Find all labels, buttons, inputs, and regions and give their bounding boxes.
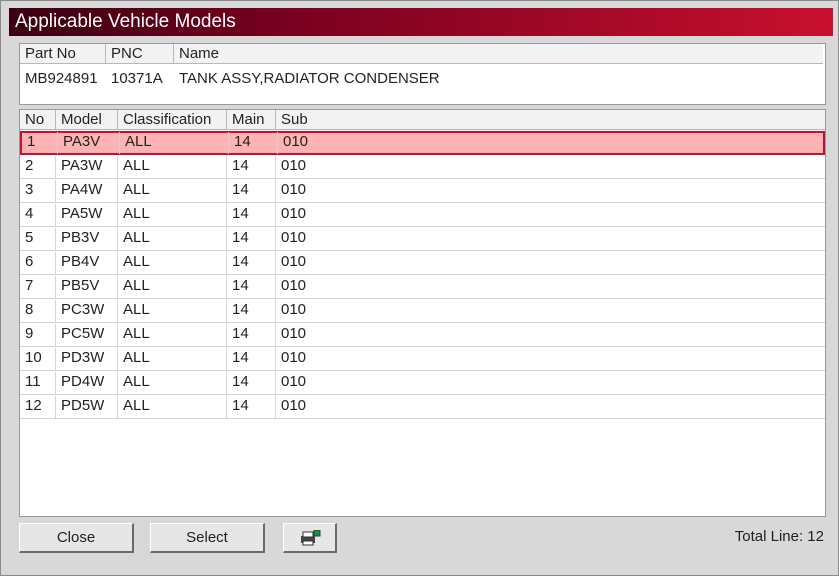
table-row[interactable]: 10 PD3W ALL 14 010 <box>20 347 825 371</box>
cell-classification: ALL <box>118 228 227 250</box>
cell-classification: ALL <box>118 324 227 346</box>
applicable-models-dialog: Applicable Vehicle Models Part No PNC Na… <box>0 0 839 576</box>
cell-main: 14 <box>227 180 276 202</box>
pnc-value: 10371A <box>111 70 163 87</box>
cell-model: PA5W <box>56 204 118 226</box>
cell-main: 14 <box>227 252 276 274</box>
cell-sub: 010 <box>281 325 307 342</box>
cell-no: 7 <box>20 276 56 298</box>
cell-model: PB5V <box>56 276 118 298</box>
cell-model: PC5W <box>56 324 118 346</box>
cell-classification: ALL <box>118 180 227 202</box>
col-header-no[interactable]: No <box>20 110 56 130</box>
table-row[interactable]: 7 PB5V ALL 14 010 <box>20 275 825 299</box>
cell-main: 14 <box>227 300 276 322</box>
cell-classification: ALL <box>118 204 227 226</box>
models-table[interactable]: No Model Classification Main Sub 1 PA3V AL… <box>19 109 826 517</box>
cell-sub: 010 <box>281 229 307 246</box>
cell-main: 14 <box>229 132 278 154</box>
cell-model: PD3W <box>56 348 118 370</box>
cell-model: PB4V <box>56 252 118 274</box>
cell-sub: 010 <box>281 277 307 294</box>
cell-classification: ALL <box>118 276 227 298</box>
cell-classification: ALL <box>118 300 227 322</box>
cell-no: 10 <box>20 348 56 370</box>
title-bar[interactable]: Applicable Vehicle Models <box>9 8 833 36</box>
cell-classification: ALL <box>118 156 227 178</box>
cell-classification: ALL <box>118 252 227 274</box>
cell-sub: 010 <box>281 397 307 414</box>
cell-main: 14 <box>227 204 276 226</box>
close-button[interactable]: Close <box>19 523 134 553</box>
col-header-sub[interactable]: Sub <box>276 110 825 130</box>
cell-main: 14 <box>227 156 276 178</box>
table-row[interactable]: 6 PB4V ALL 14 010 <box>20 251 825 275</box>
print-button[interactable] <box>283 523 337 553</box>
table-row[interactable]: 2 PA3W ALL 14 010 <box>20 155 825 179</box>
cell-no: 11 <box>20 372 56 394</box>
cell-model: PB3V <box>56 228 118 250</box>
cell-no: 2 <box>20 156 56 178</box>
cell-sub: 010 <box>281 301 307 318</box>
col-header-model[interactable]: Model <box>56 110 118 130</box>
cell-model: PC3W <box>56 300 118 322</box>
cell-model: PA3V <box>58 132 120 154</box>
cell-classification: ALL <box>118 396 227 418</box>
part-no-header: Part No <box>20 44 106 64</box>
cell-model: PD4W <box>56 372 118 394</box>
cell-main: 14 <box>227 396 276 418</box>
table-row[interactable]: 9 PC5W ALL 14 010 <box>20 323 825 347</box>
part-info-panel: Part No PNC Name MB924891 10371A TANK AS… <box>19 43 826 105</box>
name-value: TANK ASSY,RADIATOR CONDENSER <box>179 70 440 87</box>
name-header: Name <box>174 44 823 64</box>
cell-sub: 010 <box>281 157 307 174</box>
col-header-main[interactable]: Main <box>227 110 276 130</box>
cell-model: PD5W <box>56 396 118 418</box>
cell-sub: 010 <box>281 181 307 198</box>
cell-no: 1 <box>22 132 58 154</box>
cell-no: 3 <box>20 180 56 202</box>
cell-model: PA4W <box>56 180 118 202</box>
cell-sub: 010 <box>281 349 307 366</box>
select-button[interactable]: Select <box>150 523 265 553</box>
table-row[interactable]: 8 PC3W ALL 14 010 <box>20 299 825 323</box>
cell-sub: 010 <box>281 205 307 222</box>
cell-no: 5 <box>20 228 56 250</box>
cell-classification: ALL <box>120 132 229 154</box>
cell-no: 6 <box>20 252 56 274</box>
table-row[interactable]: 3 PA4W ALL 14 010 <box>20 179 825 203</box>
window-title: Applicable Vehicle Models <box>15 11 236 32</box>
printer-icon <box>300 529 320 546</box>
cell-classification: ALL <box>118 348 227 370</box>
table-row[interactable]: 11 PD4W ALL 14 010 <box>20 371 825 395</box>
cell-main: 14 <box>227 324 276 346</box>
cell-main: 14 <box>227 276 276 298</box>
table-row[interactable]: 1 PA3V ALL 14 010 <box>20 131 825 155</box>
cell-sub: 010 <box>281 373 307 390</box>
cell-main: 14 <box>227 372 276 394</box>
cell-model: PA3W <box>56 156 118 178</box>
table-row[interactable]: 5 PB3V ALL 14 010 <box>20 227 825 251</box>
cell-no: 8 <box>20 300 56 322</box>
table-row[interactable]: 12 PD5W ALL 14 010 <box>20 395 825 419</box>
cell-main: 14 <box>227 348 276 370</box>
cell-sub: 010 <box>283 133 309 150</box>
cell-no: 4 <box>20 204 56 226</box>
cell-sub: 010 <box>281 253 307 270</box>
cell-no: 12 <box>20 396 56 418</box>
total-line-label: Total Line: 12 <box>734 528 824 545</box>
table-row[interactable]: 4 PA5W ALL 14 010 <box>20 203 825 227</box>
part-no-value: MB924891 <box>25 70 98 87</box>
cell-classification: ALL <box>118 372 227 394</box>
col-header-classification[interactable]: Classification <box>118 110 227 130</box>
pnc-header: PNC <box>106 44 174 64</box>
cell-no: 9 <box>20 324 56 346</box>
cell-main: 14 <box>227 228 276 250</box>
